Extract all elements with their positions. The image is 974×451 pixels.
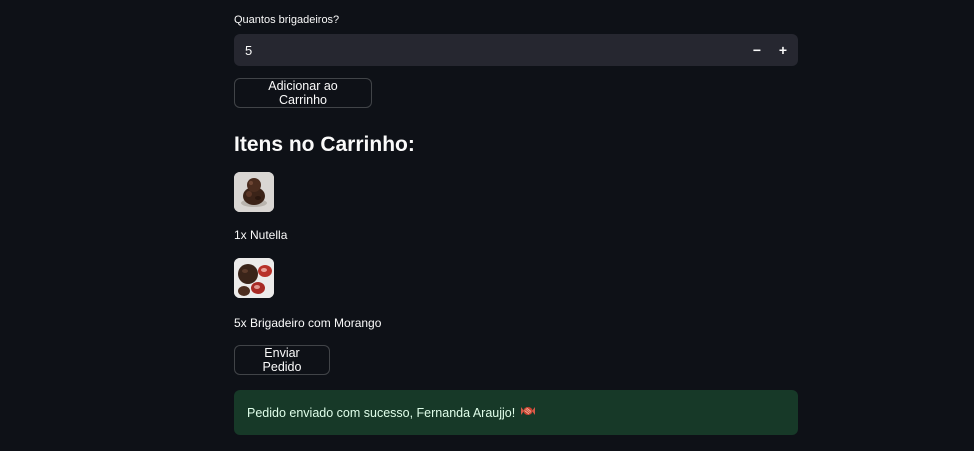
cart-item: 5x Brigadeiro com Morango	[234, 316, 382, 330]
brigadeiro-morango-photo	[234, 258, 274, 298]
send-order-button[interactable]: Enviar Pedido	[234, 345, 330, 375]
quantity-input[interactable]: 5	[234, 43, 744, 58]
quantity-label: Quantos brigadeiros?	[234, 14, 340, 26]
success-alert: Pedido enviado com sucesso, Fernanda Ara…	[234, 390, 798, 435]
add-to-cart-button[interactable]: Adicionar ao Carrinho	[234, 78, 372, 108]
quantity-stepper[interactable]: 5 − +	[234, 34, 798, 66]
cart-item: 1x Nutella	[234, 228, 288, 242]
increment-button[interactable]: +	[770, 34, 796, 66]
brigadeiro-nutella-photo	[234, 172, 274, 212]
candy-icon	[521, 405, 536, 420]
decrement-button[interactable]: −	[744, 34, 770, 66]
success-message: Pedido enviado com sucesso, Fernanda Ara…	[247, 405, 516, 420]
cart-heading: Itens no Carrinho:	[234, 133, 415, 156]
